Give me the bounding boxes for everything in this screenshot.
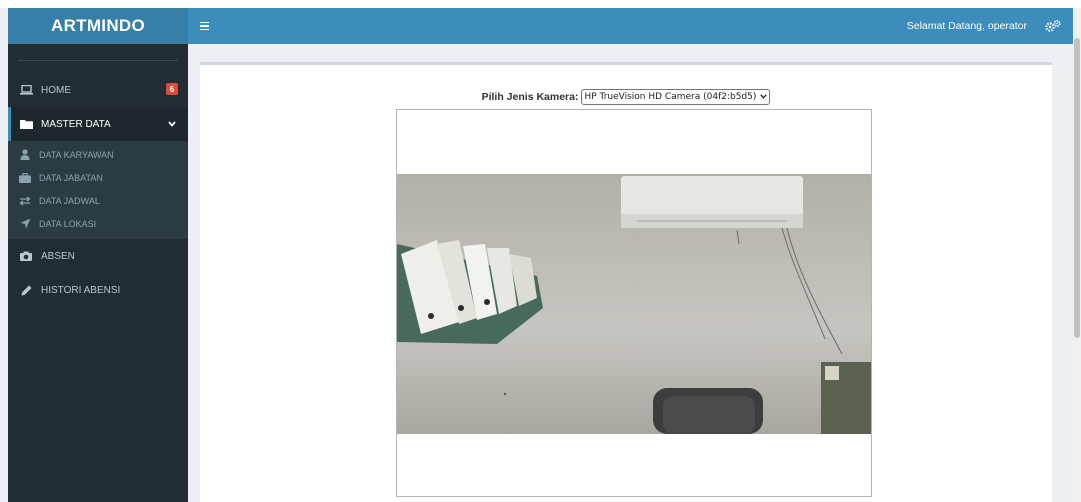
scrollbar-thumb[interactable]	[1074, 38, 1080, 338]
sidebar-item-label: HOME	[41, 84, 71, 96]
sidebar-item-histori-abensi[interactable]: HISTORI ABENSI	[8, 273, 188, 307]
page-scrollbar[interactable]	[1073, 8, 1081, 502]
sidebar-menu: HOME 6 MASTER DATA DATA KARYAWAN DATA JA…	[8, 73, 188, 307]
sidebar-item-label: MASTER DATA	[41, 118, 111, 130]
chevron-down-icon	[760, 92, 768, 102]
chevron-down-icon	[168, 119, 176, 130]
hamburger-icon[interactable]	[200, 19, 216, 33]
sidebar-item-data-karyawan[interactable]: DATA KARYAWAN	[8, 143, 188, 166]
sidebar-item-data-lokasi[interactable]: DATA LOKASI	[8, 212, 188, 235]
sidebar-item-label: HISTORI ABENSI	[41, 284, 121, 296]
window-top-strip	[0, 0, 1081, 8]
sub-item-label: DATA JADWAL	[39, 195, 100, 206]
user-icon	[18, 149, 32, 160]
sub-item-label: DATA JABATAN	[39, 172, 103, 183]
sidebar-item-absen[interactable]: ABSEN	[8, 239, 188, 273]
master-data-submenu: DATA KARYAWAN DATA JABATAN DATA JADWAL D…	[8, 141, 188, 239]
camera-video-feed	[397, 174, 871, 434]
sidebar-item-label: ABSEN	[41, 250, 75, 262]
location-arrow-icon	[18, 218, 32, 229]
folder-icon	[18, 118, 34, 130]
camera-select-row: Pilih Jenis Kamera: HP TrueVision HD Cam…	[200, 89, 1052, 105]
briefcase-icon	[18, 172, 32, 183]
gears-icon[interactable]	[1045, 20, 1061, 32]
pencil-icon	[18, 284, 34, 296]
camera-preview-frame	[396, 109, 872, 497]
laptop-icon	[18, 84, 34, 96]
camera-select-value: HP TrueVision HD Camera (04f2:b5d5)	[584, 92, 757, 102]
sidebar-item-master-data[interactable]: MASTER DATA	[8, 107, 188, 141]
brand-logo[interactable]: ARTMINDO	[8, 8, 188, 44]
exchange-icon	[18, 195, 32, 206]
camera-icon	[18, 250, 34, 262]
sidebar-item-home[interactable]: HOME 6	[8, 73, 188, 107]
top-navbar: Selamat Datang, operator	[188, 8, 1073, 44]
navbar-right: Selamat Datang, operator	[907, 20, 1073, 32]
notification-badge: 6	[166, 83, 178, 95]
sub-item-label: DATA LOKASI	[39, 218, 97, 229]
user-greeting[interactable]: Selamat Datang, operator	[907, 20, 1027, 32]
main-content: Pilih Jenis Kamera: HP TrueVision HD Cam…	[188, 44, 1073, 502]
sidebar: ARTMINDO HOME 6 MASTER DATA DATA KARYAWA…	[8, 8, 188, 502]
camera-select-label: Pilih Jenis Kamera:	[481, 91, 579, 103]
sidebar-divider	[18, 60, 178, 61]
sidebar-item-data-jadwal[interactable]: DATA JADWAL	[8, 189, 188, 212]
camera-panel: Pilih Jenis Kamera: HP TrueVision HD Cam…	[200, 62, 1052, 502]
sub-item-label: DATA KARYAWAN	[39, 149, 114, 160]
camera-select-dropdown[interactable]: HP TrueVision HD Camera (04f2:b5d5)	[581, 89, 771, 105]
sidebar-item-data-jabatan[interactable]: DATA JABATAN	[8, 166, 188, 189]
